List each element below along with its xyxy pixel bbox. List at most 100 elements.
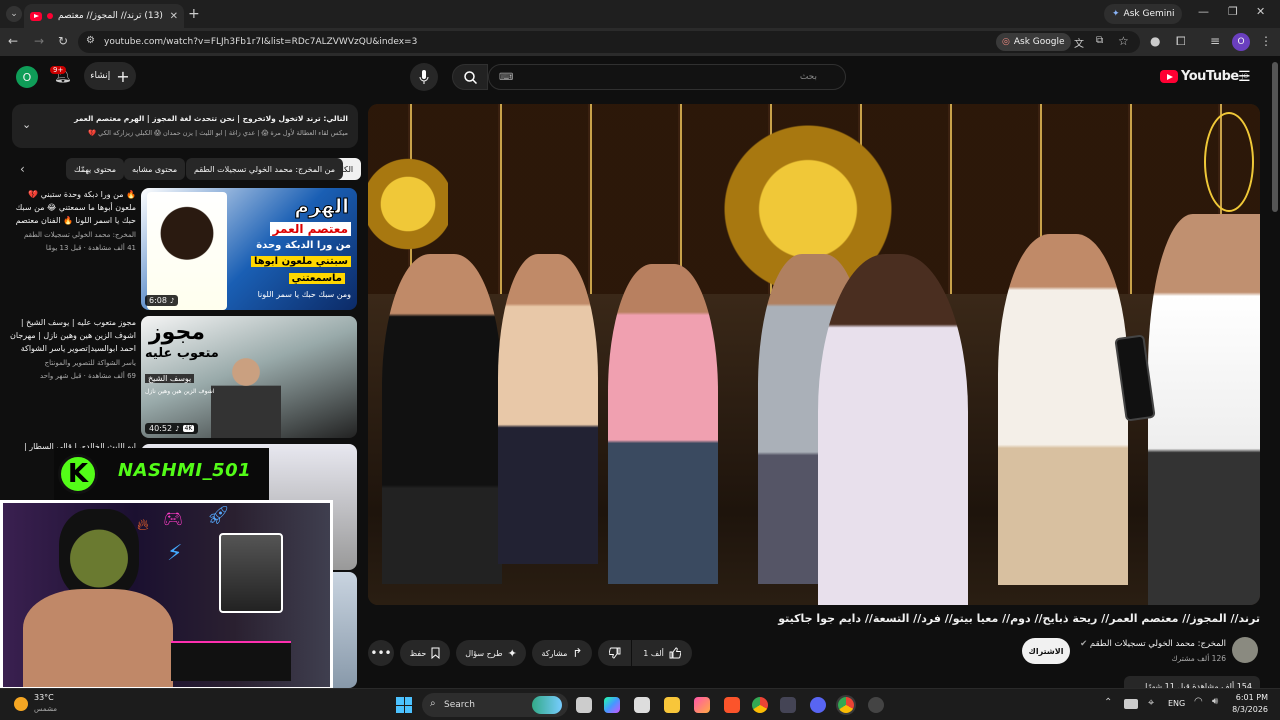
create-button[interactable]: إنشاء + (84, 62, 136, 90)
sun-weather-icon[interactable] (14, 697, 28, 711)
task-view-icon[interactable] (576, 697, 592, 713)
search-icon: ⌕ (430, 698, 436, 709)
save-button[interactable]: حفظ (400, 640, 450, 666)
file-explorer-icon[interactable] (664, 697, 680, 713)
translate-icon[interactable]: 文 (1074, 35, 1084, 50)
video-player[interactable] (368, 104, 1260, 605)
neon-flame-icon: 🔥︎ (137, 515, 149, 534)
hamburger-menu-icon[interactable]: ☰ (1238, 69, 1251, 85)
install-app-icon[interactable]: ⧉ (1096, 35, 1103, 46)
chips-scroll-left-icon[interactable]: ‹ (20, 162, 25, 176)
channel-name[interactable]: المخرج: محمد الخولي تسجيلات الطقم ✔ (1060, 639, 1226, 649)
ask-google-button[interactable]: ◎ Ask Google (996, 33, 1071, 51)
notifications-button[interactable]: 🔔︎ 9+ (50, 66, 74, 88)
active-tab[interactable]: (13) ترند// المجوز// معتصم ✕ (24, 4, 184, 28)
chrome-icon[interactable] (752, 697, 768, 713)
youtube-logo-text: YouTube (1181, 69, 1239, 84)
chip-for-you[interactable]: محتوى يهمّك (66, 158, 125, 180)
tab-close-icon[interactable]: ✕ (170, 11, 178, 22)
bookmark-star-icon[interactable]: ☆ (1118, 34, 1129, 48)
browser-nav-bar: ← → ↻ ⚙ youtube.com/watch?v=FLJh3Fb1r7I&… (0, 28, 1280, 56)
minimize-icon[interactable]: — (1198, 5, 1209, 18)
tab-recording-icon (47, 13, 53, 19)
ask-button[interactable]: طرح سؤال ✦ (456, 640, 526, 666)
dancer-white-tee (998, 234, 1128, 585)
expand-chevron-icon[interactable]: ⌄ (22, 118, 31, 132)
ask-google-label: Ask Google (1013, 37, 1065, 47)
reload-icon[interactable]: ↻ (58, 34, 68, 48)
tab-search-chevron-icon[interactable]: ⌄ (6, 6, 22, 22)
obs-icon[interactable] (868, 697, 884, 713)
dancer-black-shirt (382, 254, 502, 584)
related-title-1[interactable]: 🔥 من ورا دبكة وحدة ستبني 💔 ملعون أبوها م… (8, 188, 136, 228)
bookmark-icon (431, 647, 440, 659)
related-title-2[interactable]: مجوز متعوب عليه | يوسف الشيخ | اشوف الزي… (8, 316, 136, 356)
location-icon[interactable]: ⌖ (1148, 696, 1154, 710)
wifi-icon[interactable]: ◠ (1194, 696, 1203, 707)
ask-gemini-button[interactable]: ✦ Ask Gemini (1104, 4, 1183, 24)
thumb-title-2: مجوز (149, 320, 205, 345)
microsoft-store-icon[interactable] (634, 697, 650, 713)
share-button[interactable]: مشاركة ↱ (532, 640, 592, 666)
app-icon-1[interactable] (780, 697, 796, 713)
related-thumbnail-1[interactable]: الهرم معتصم العمر من ورا الدبكة وحدة سبت… (141, 188, 357, 310)
discord-icon[interactable] (810, 697, 826, 713)
site-info-icon[interactable]: ⚙ (86, 35, 95, 46)
dislike-button[interactable] (598, 640, 631, 666)
save-label: حفظ (409, 648, 427, 658)
extension-circle-icon[interactable]: ● (1150, 34, 1160, 48)
related-channel-1[interactable]: المخرج: محمد الخولي تسجيلات الطقم (8, 229, 136, 241)
related-channel-2[interactable]: ياسر الشواكة للتصوير والمونتاج (8, 357, 136, 369)
instagram-icon[interactable] (694, 697, 710, 713)
address-bar[interactable]: ⚙ youtube.com/watch?v=FLJh3Fb1r7I&list=R… (78, 31, 1140, 53)
more-actions-button[interactable]: ••• (368, 640, 394, 666)
windows-start-icon[interactable] (396, 697, 412, 713)
profile-avatar[interactable]: O (1232, 33, 1250, 51)
tray-app-icon[interactable] (1124, 699, 1138, 709)
weather-temp[interactable]: 33°C (34, 693, 54, 702)
chrome-active-icon[interactable] (838, 697, 854, 713)
up-next-panel[interactable]: ⌄ التالي: ترند لاتخول ولاتخروج | نحن تتح… (12, 104, 358, 148)
browser-menu-icon[interactable]: ⋮ (1260, 34, 1272, 48)
thumb-line-2-1: يوسف الشيخ (145, 374, 195, 383)
clock-time[interactable]: 6:01 PM (1228, 693, 1268, 702)
taskbar-search[interactable]: ⌕ Search (422, 693, 568, 717)
brave-browser-icon[interactable] (724, 697, 740, 713)
related-meta-1: 41 ألف مشاهدة · قبل 13 يومًا (45, 244, 136, 252)
volume-icon[interactable]: 🔊︎ (1212, 696, 1218, 707)
mix-line: ميكس لقاء العطالة لأول مرة 😱 | عدي زاغة … (88, 129, 348, 137)
account-avatar[interactable]: O (16, 66, 38, 88)
media-control-icon[interactable]: ≡ (1210, 34, 1220, 48)
new-tab-icon[interactable]: + (188, 6, 200, 22)
extensions-puzzle-icon[interactable]: ⧠ (1176, 34, 1186, 49)
youtube-logo-icon (1160, 70, 1178, 83)
duration-badge: 6:08 ♪ (145, 295, 179, 306)
subscribe-button[interactable]: الاشتراك (1022, 638, 1070, 664)
back-icon[interactable]: ← (8, 34, 18, 48)
chip-from-director[interactable]: من المخرج: محمد الخولي تسجيلات الطقم (186, 158, 343, 180)
copilot-icon[interactable] (604, 697, 620, 713)
search-highlight-icon (532, 696, 562, 714)
dancer-beige-shirt (498, 254, 598, 564)
voice-search-button[interactable] (410, 63, 438, 91)
related-thumbnail-2[interactable]: مجوز متعوب عليه يوسف الشيخ اشوف الزين هي… (141, 316, 357, 438)
thumb-subtitle-2: متعوب عليه (145, 346, 219, 361)
like-button[interactable]: 1 ألف (632, 640, 692, 666)
search-button[interactable] (452, 64, 488, 90)
neon-rocket-icon: 🚀︎ (207, 505, 230, 526)
neon-bolt-icon: ⚡︎ (167, 541, 183, 566)
search-icon (463, 70, 477, 84)
channel-avatar[interactable] (1232, 637, 1258, 663)
music-note-icon: ♪ (175, 424, 180, 433)
search-input[interactable]: ⌨ بحث (488, 64, 846, 90)
window-close-icon[interactable]: ✕ (1256, 5, 1265, 18)
clock-date[interactable]: 8/3/2026 (1228, 705, 1268, 714)
maximize-icon[interactable]: ❐ (1228, 5, 1238, 18)
forward-icon[interactable]: → (34, 34, 44, 48)
language-indicator[interactable]: ENG (1168, 699, 1185, 708)
tray-chevron-icon[interactable]: ⌃ (1104, 697, 1112, 708)
youtube-logo[interactable]: YouTube JO (1160, 69, 1248, 84)
page-scrollbar[interactable] (1272, 62, 1278, 212)
keyboard-icon[interactable]: ⌨ (499, 72, 513, 83)
chip-similar[interactable]: محتوى مشابه (124, 158, 186, 180)
